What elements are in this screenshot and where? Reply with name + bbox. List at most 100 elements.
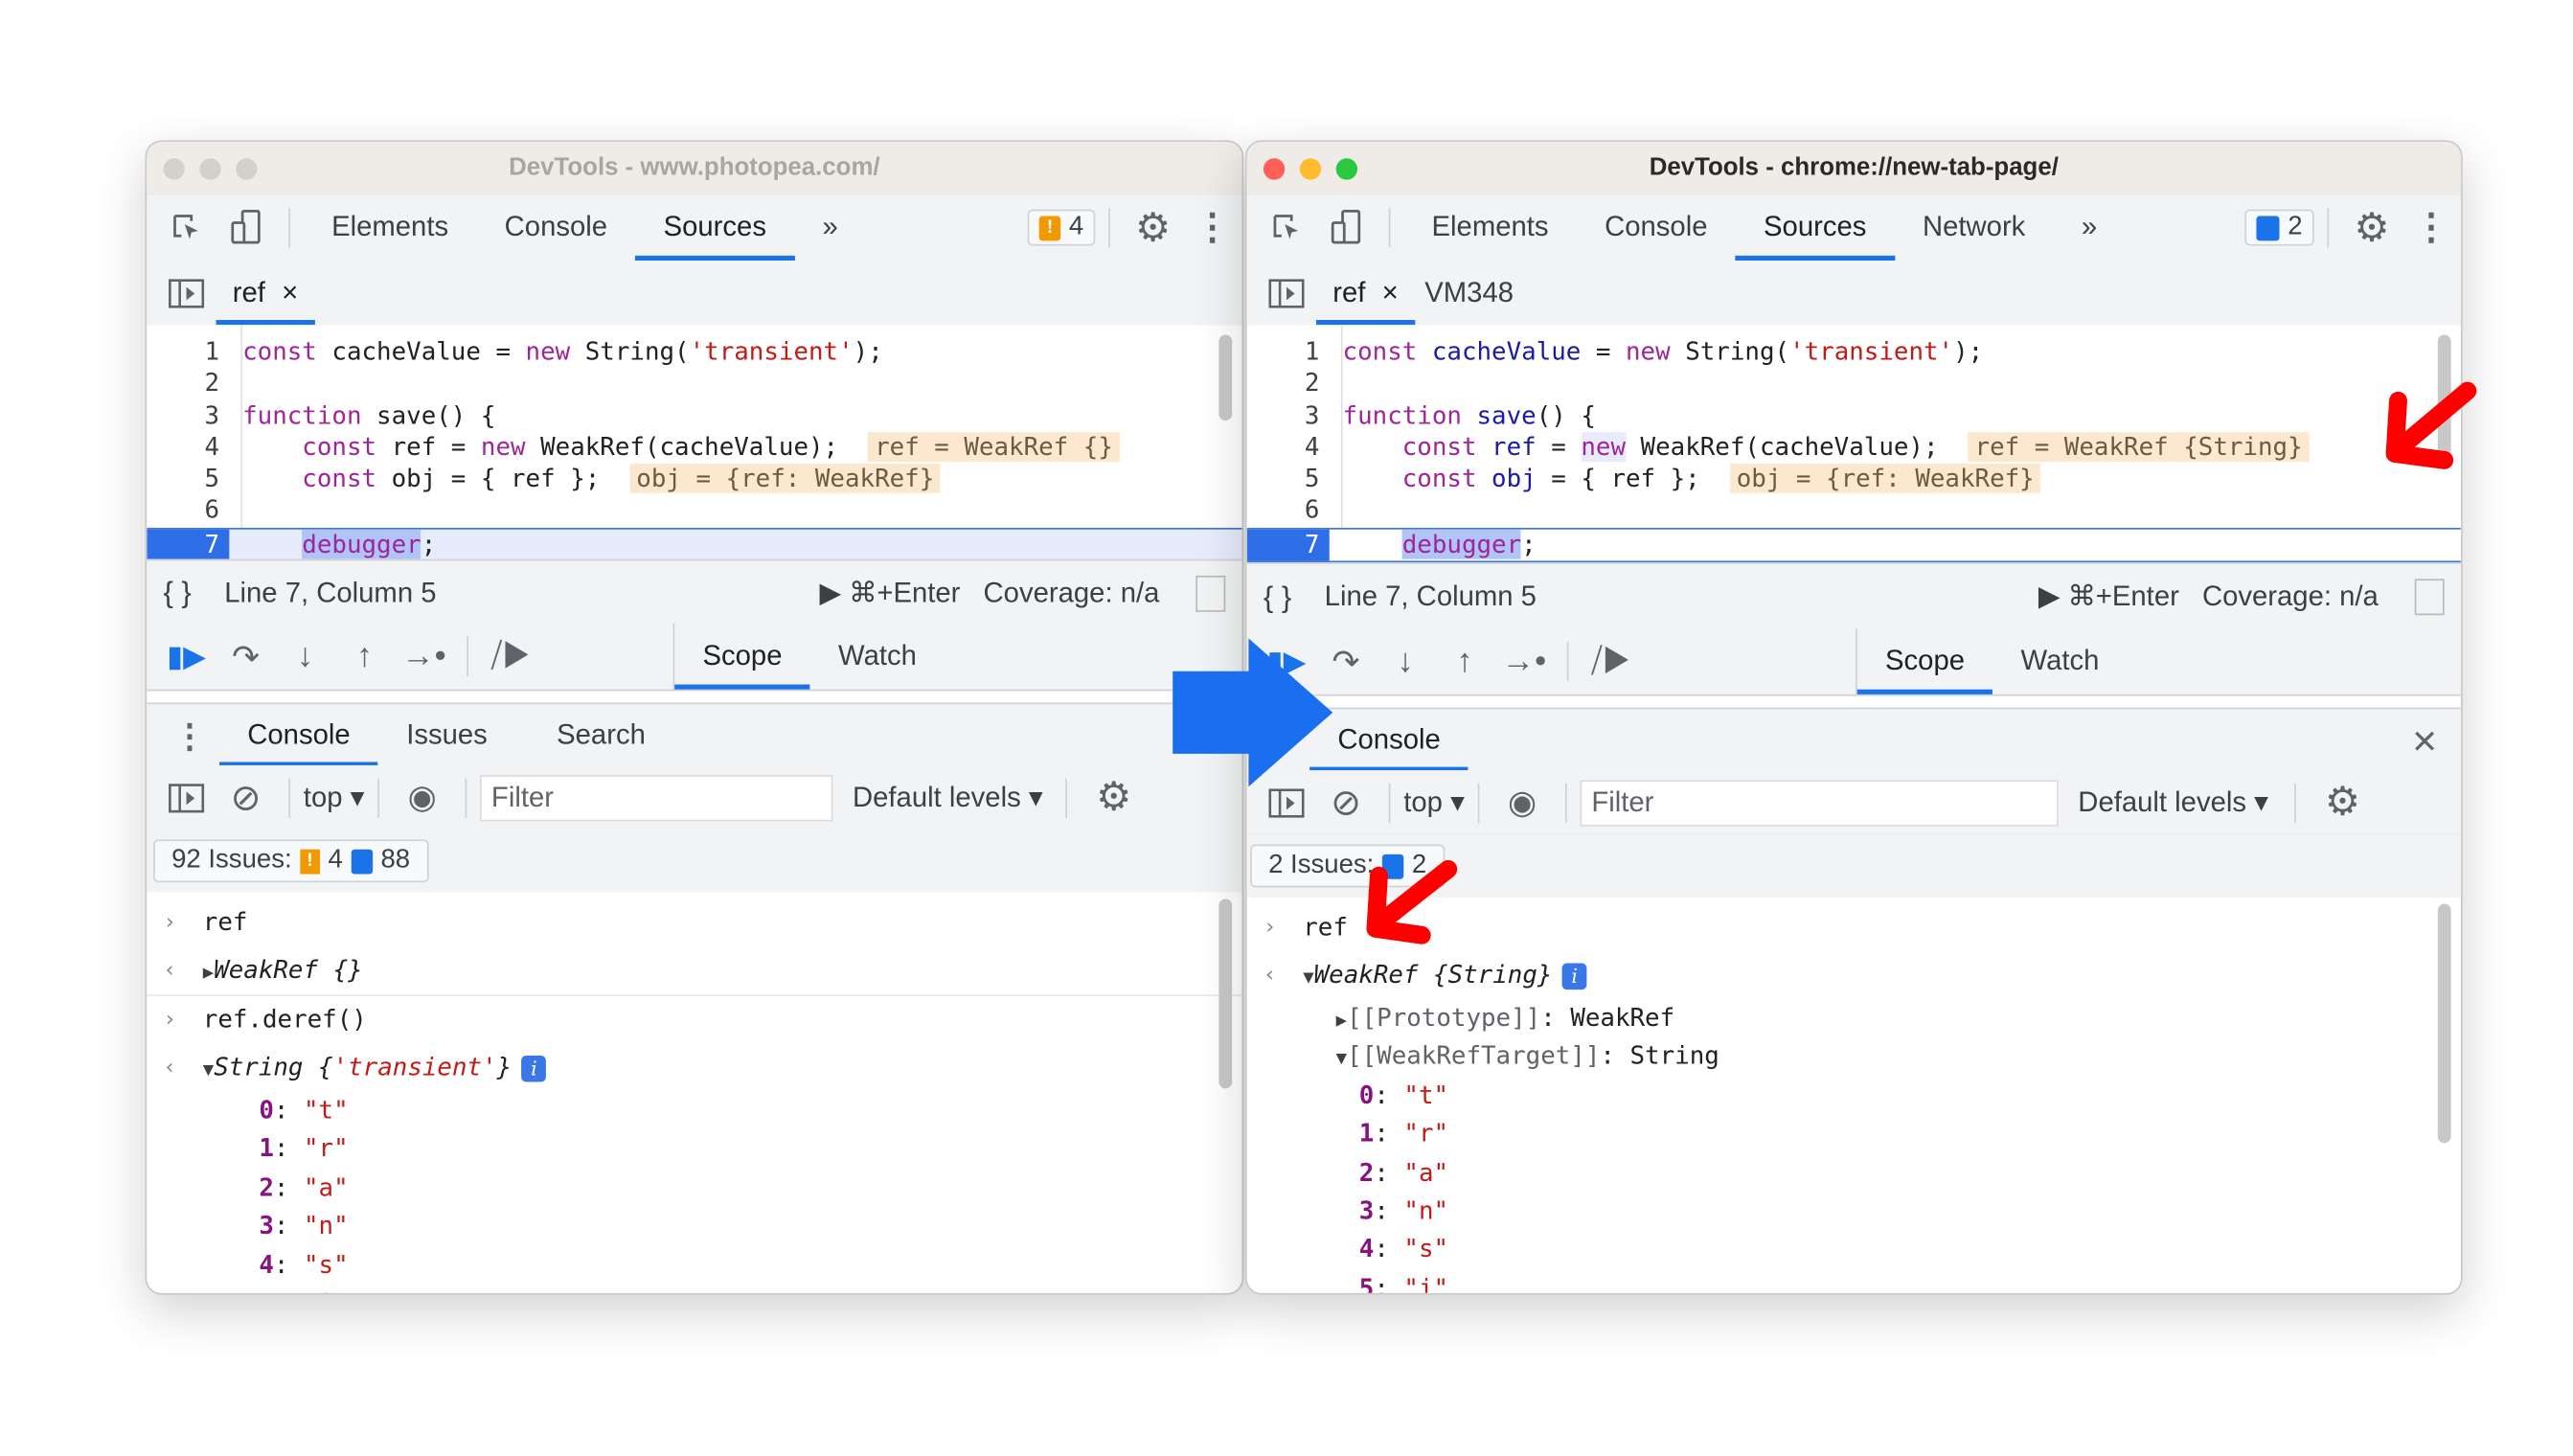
code-line[interactable]: 1 const cacheValue = new String('transien… <box>147 336 1241 368</box>
code-line[interactable]: 5 const obj = { ref }; obj = {ref: WeakR… <box>1247 464 2461 495</box>
code-line[interactable]: 2 <box>147 368 1241 399</box>
console-scrollbar[interactable] <box>2437 903 2451 1144</box>
device-toolbar-icon[interactable] <box>222 205 268 251</box>
resume-icon[interactable]: ▮▶ <box>163 633 209 679</box>
console-output[interactable]: › ref ‹ ▼WeakRef {String} i ▶[[Prototype]]: W… <box>1246 897 2461 1293</box>
expand-arrow-icon[interactable]: ▶ <box>1336 1010 1347 1031</box>
deactivate-breakpoints-icon[interactable]: ⧸▶ <box>1588 638 1634 684</box>
settings-gear-icon[interactable]: ⚙ <box>2349 205 2395 251</box>
line-number[interactable]: 2 <box>147 368 229 399</box>
close-tab-icon[interactable]: × <box>282 276 298 308</box>
info-icon[interactable]: i <box>1561 963 1587 990</box>
file-tab-ref[interactable]: ref × <box>216 261 315 326</box>
minimize-window-button[interactable] <box>199 158 221 180</box>
collapse-arrow-icon[interactable]: ▼ <box>1303 967 1313 988</box>
line-number[interactable]: 1 <box>1247 336 1330 368</box>
tab-watch[interactable]: Watch <box>810 624 945 690</box>
tab-scope[interactable]: Scope <box>674 624 811 690</box>
device-toolbar-icon[interactable] <box>1323 205 1369 251</box>
run-snippet-button[interactable]: ▶ ⌘+Enter <box>819 577 960 609</box>
line-number[interactable]: 7 <box>147 529 230 559</box>
line-number[interactable]: 2 <box>1247 368 1330 399</box>
toggle-sidebar-icon[interactable] <box>163 774 209 820</box>
more-options-kebab-icon[interactable]: ⋮ <box>2408 205 2454 251</box>
zoom-window-button[interactable] <box>236 158 258 180</box>
pretty-print-icon[interactable]: { } <box>163 576 191 610</box>
run-snippet-button[interactable]: ▶ ⌘+Enter <box>2038 580 2179 613</box>
pretty-print-icon[interactable]: { } <box>1264 580 1291 614</box>
step-out-icon[interactable]: ↑ <box>341 633 387 679</box>
code-line[interactable]: 7 debugger; <box>1246 527 2461 563</box>
console-scrollbar[interactable] <box>1218 899 1233 1089</box>
step-into-icon[interactable]: ↓ <box>282 633 328 679</box>
code-line[interactable]: 3 function save() { <box>147 400 1241 432</box>
tab-watch[interactable]: Watch <box>1992 628 2127 694</box>
console-row[interactable]: ‹ ▶WeakRef {} <box>147 946 1242 996</box>
console-settings-gear-icon[interactable]: ⚙ <box>1091 774 1137 820</box>
live-expression-eye-icon[interactable]: ◉ <box>399 774 445 820</box>
collapse-arrow-icon[interactable]: ▼ <box>203 1058 214 1080</box>
file-tab-vm348[interactable]: VM348 <box>1415 261 1523 325</box>
settings-gear-icon[interactable]: ⚙ <box>1129 205 1175 251</box>
code-line[interactable]: 6 <box>1247 495 2461 527</box>
collapse-arrow-icon[interactable]: ▼ <box>1336 1048 1347 1069</box>
zoom-window-button[interactable] <box>1335 158 1358 180</box>
line-number[interactable]: 3 <box>147 400 229 432</box>
code-line[interactable]: 4 const ref = new WeakRef(cacheValue); r… <box>147 431 1241 464</box>
line-number[interactable]: 5 <box>147 464 229 495</box>
drawer-tab-issues[interactable]: Issues <box>378 704 515 766</box>
tab-elements[interactable]: Elements <box>304 194 477 261</box>
code-line[interactable]: 6 <box>147 495 1241 527</box>
tab-elements[interactable]: Elements <box>1403 194 1577 261</box>
step-icon[interactable]: →• <box>400 633 446 679</box>
toggle-navigator-icon[interactable] <box>1264 270 1309 316</box>
code-line[interactable]: 1 const cacheValue = new String('transien… <box>1247 336 2461 368</box>
tab-sources[interactable]: Sources <box>1735 194 1896 262</box>
close-drawer-icon[interactable]: × <box>2402 715 2448 764</box>
more-tabs-button[interactable]: » <box>2054 194 2126 261</box>
clear-console-icon[interactable]: ⊘ <box>222 774 268 820</box>
editor-scrollbar[interactable] <box>1218 334 1233 421</box>
issues-badge[interactable]: 2 <box>2244 209 2314 246</box>
code-line[interactable]: 4 const ref = new WeakRef(cacheValue); r… <box>1247 431 2461 464</box>
toggle-navigator-icon[interactable] <box>163 270 209 316</box>
context-selector[interactable]: top ▾ <box>1403 785 1465 818</box>
line-number[interactable]: 6 <box>147 495 229 527</box>
inspect-element-icon[interactable] <box>163 205 209 251</box>
drawer-tab-search[interactable]: Search <box>529 704 673 766</box>
tab-console[interactable]: Console <box>476 194 635 261</box>
file-tab-ref[interactable]: ref × <box>1315 261 1415 326</box>
step-into-icon[interactable]: ↓ <box>1382 638 1428 684</box>
console-settings-gear-icon[interactable]: ⚙ <box>2319 780 2365 826</box>
console-output[interactable]: › ref ‹ ▶WeakRef {} › ref.deref() ‹ ▼String {'t… <box>147 892 1242 1293</box>
code-line[interactable]: 5 const obj = { ref }; obj = {ref: WeakR… <box>147 464 1241 495</box>
more-options-kebab-icon[interactable]: ⋮ <box>1189 205 1235 251</box>
filter-input[interactable]: Filter <box>1580 779 2059 826</box>
code-line[interactable]: 3 function save() { <box>1247 400 2461 432</box>
line-number[interactable]: 3 <box>1247 400 1330 432</box>
step-out-icon[interactable]: ↑ <box>1442 638 1488 684</box>
code-editor[interactable]: 1 const cacheValue = new String('transien… <box>1246 325 2461 563</box>
step-icon[interactable]: →• <box>1501 638 1547 684</box>
close-tab-icon[interactable]: × <box>1382 276 1399 308</box>
console-row[interactable]: ‹ ▼String {'transient'} i <box>147 1044 1241 1092</box>
inspect-element-icon[interactable] <box>1264 205 1309 251</box>
line-number[interactable]: 7 <box>1246 529 1330 561</box>
drawer-tab-console[interactable]: Console <box>218 704 379 767</box>
line-number[interactable]: 6 <box>1247 495 1330 527</box>
drawer-toggle-icon[interactable] <box>1195 575 1226 611</box>
issues-summary-button[interactable]: 92 Issues: ! 4 88 <box>153 839 429 883</box>
log-levels-dropdown[interactable]: Default levels ▾ <box>853 781 1043 813</box>
drawer-toggle-icon[interactable] <box>2414 579 2445 616</box>
tab-network[interactable]: Network <box>1895 194 2054 261</box>
context-selector[interactable]: top ▾ <box>304 781 365 813</box>
close-window-button[interactable] <box>163 158 185 180</box>
console-row[interactable]: ‹ ▼WeakRef {String} i <box>1247 951 2461 999</box>
expand-arrow-icon[interactable]: ▶ <box>203 962 214 983</box>
code-line[interactable]: 7 debugger; <box>147 527 1242 559</box>
deactivate-breakpoints-icon[interactable]: ⧸▶ <box>489 633 535 679</box>
step-over-icon[interactable]: ↷ <box>222 633 268 679</box>
tab-scope[interactable]: Scope <box>1856 628 1993 694</box>
line-number[interactable]: 5 <box>1247 464 1330 495</box>
line-number[interactable]: 1 <box>147 336 229 368</box>
